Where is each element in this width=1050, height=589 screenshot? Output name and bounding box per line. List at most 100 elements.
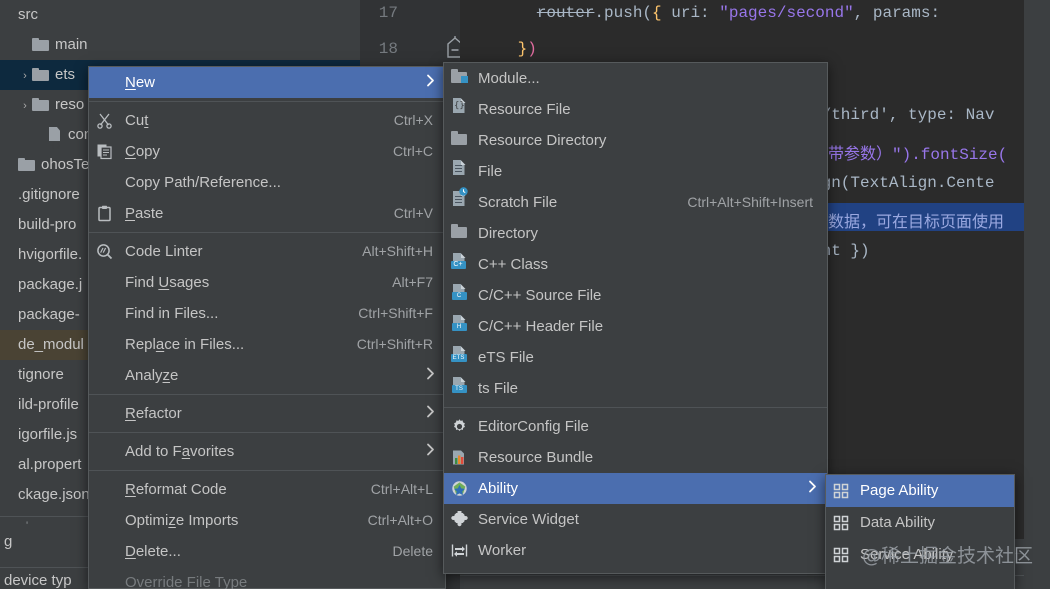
lower-panel-row-1: g — [4, 533, 13, 550]
menu-item-label: Directory — [478, 225, 539, 242]
gear-icon — [451, 418, 468, 435]
tree-expand-arrow[interactable]: › — [18, 91, 32, 120]
menu-item-label: Cut — [125, 112, 149, 129]
menu-separator — [89, 432, 445, 433]
code-line-clipped: 携带参数）").fontSize( — [812, 146, 1008, 164]
lower-panel-row-2: device typ — [4, 572, 72, 589]
code-line-clipped: lgn(TextAlign.Cente — [812, 174, 995, 192]
menu-item-icon-slot — [444, 156, 474, 187]
code-linter-icon — [96, 243, 113, 260]
new-submenu[interactable]: Module... {} Resource File Resource Directo… — [443, 62, 828, 574]
code-line: router.push({ uri: "pages/second", param… — [536, 4, 941, 22]
code-line: }) — [517, 40, 537, 58]
menu-item-add-to-favorites[interactable]: Add to Favorites — [89, 436, 445, 467]
menu-item-icon-slot: {} — [444, 94, 474, 125]
menu-item-directory[interactable]: Directory — [444, 218, 827, 249]
scratch-file-icon — [451, 187, 468, 218]
menu-item-label: C++ Class — [478, 256, 549, 273]
menu-item-label: Delete... — [125, 543, 181, 560]
menu-item-ability[interactable]: Ability — [444, 473, 827, 504]
menu-item-icon-slot: C+ — [444, 249, 474, 280]
cpp-class-icon: C+ — [450, 249, 468, 280]
menu-item-cut[interactable]: Cut Ctrl+X — [89, 105, 445, 136]
menu-item-replace-in-files[interactable]: Replace in Files... Ctrl+Shift+R — [89, 329, 445, 360]
paste-icon — [96, 205, 113, 222]
menu-item-shortcut: Delete — [392, 543, 433, 559]
menu-item-code-linter[interactable]: Code Linter Alt+Shift+H — [89, 236, 445, 267]
menu-item-find-in-files[interactable]: Find in Files... Ctrl+Shift+F — [89, 298, 445, 329]
grid-icon — [833, 483, 849, 499]
tree-expand-arrow[interactable]: › — [18, 61, 32, 90]
menu-item-copy[interactable]: Copy Ctrl+C — [89, 136, 445, 167]
menu-item-icon-slot — [444, 63, 474, 94]
menu-item-analyze[interactable]: Analyze — [89, 360, 445, 391]
module-icon — [450, 63, 468, 94]
tree-row-label: build-pro — [18, 216, 77, 233]
c-source-icon: C — [451, 280, 468, 311]
menu-item-label: Service Ability — [860, 546, 954, 563]
menu-item-refactor[interactable]: Refactor — [89, 398, 445, 429]
tree-row-label: al.propert — [18, 456, 82, 473]
menu-item-icon-slot — [826, 483, 856, 499]
menu-item-copy-path-reference[interactable]: Copy Path/Reference... — [89, 167, 445, 198]
menu-item-module[interactable]: Module... — [444, 63, 827, 94]
right-toolbar-strip[interactable] — [1024, 0, 1050, 589]
menu-item-label: Find in Files... — [125, 305, 219, 322]
menu-item-worker[interactable]: Worker — [444, 535, 827, 566]
menu-item-paste[interactable]: Paste Ctrl+V — [89, 198, 445, 229]
menu-item-label: Page Ability — [860, 482, 939, 499]
menu-item-page-ability[interactable]: Page Ability — [826, 475, 1014, 507]
menu-item-optimize-imports[interactable]: Optimize Imports Ctrl+Alt+O — [89, 505, 445, 536]
menu-item-shortcut: Ctrl+Alt+O — [367, 512, 433, 528]
resource-bundle-icon — [451, 449, 468, 466]
menu-separator — [444, 407, 827, 408]
code-line-clipped: 的数据，可在目标页面使用 — [812, 214, 1005, 232]
menu-item-c-c-source-file[interactable]: C C/C++ Source File — [444, 280, 827, 311]
tree-row-label: src — [18, 6, 38, 23]
menu-item-ts-file[interactable]: TS ts File — [444, 373, 827, 404]
menu-item-icon-slot — [444, 542, 474, 559]
folder-icon — [450, 218, 468, 249]
menu-item-file[interactable]: File — [444, 156, 827, 187]
menu-item-resource-file[interactable]: {} Resource File — [444, 94, 827, 125]
menu-item-editorconfig-file[interactable]: EditorConfig File — [444, 411, 827, 442]
menu-item-scratch-file[interactable]: Scratch File Ctrl+Alt+Shift+Insert — [444, 187, 827, 218]
tree-row[interactable]: src — [0, 0, 360, 30]
menu-item-service-widget[interactable]: Service Widget — [444, 504, 827, 535]
menu-item-reformat-code[interactable]: Reformat Code Ctrl+Alt+L — [89, 474, 445, 505]
tree-row-label: tignore — [18, 366, 64, 383]
menu-item-data-ability[interactable]: Data Ability — [826, 507, 1014, 539]
menu-item-resource-bundle[interactable]: Resource Bundle — [444, 442, 827, 473]
ability-submenu[interactable]: Page Ability Data Ability Service Ability — [825, 474, 1015, 589]
menu-item-resource-directory[interactable]: Resource Directory — [444, 125, 827, 156]
tree-row[interactable]: main — [0, 30, 360, 60]
menu-item-label: File — [478, 163, 503, 180]
context-menu[interactable]: New Cut Ctrl+X Copy Ctrl+C Copy Path/Referenc… — [88, 66, 446, 589]
menu-item-icon-slot: TS — [444, 373, 474, 404]
menu-item-shortcut: Ctrl+V — [393, 205, 433, 221]
menu-item-icon-slot: C — [444, 280, 474, 311]
line-number: 18 — [378, 40, 398, 58]
menu-item-new[interactable]: New — [89, 67, 445, 98]
menu-item-icon-slot — [89, 112, 119, 129]
menu-item-ets-file[interactable]: ETS eTS File — [444, 342, 827, 373]
tree-row-label: ohosTe — [41, 156, 90, 173]
menu-item-label: Scratch File — [478, 194, 558, 211]
menu-item-c-c-header-file[interactable]: H C/C++ Header File — [444, 311, 827, 342]
menu-item-label: Service Widget — [478, 511, 579, 528]
menu-item-find-usages[interactable]: Find Usages Alt+F7 — [89, 267, 445, 298]
menu-item-shortcut: Alt+Shift+H — [362, 243, 433, 259]
worker-icon — [451, 542, 468, 559]
menu-item-label: EditorConfig File — [478, 418, 589, 435]
menu-item-label: Copy Path/Reference... — [125, 174, 281, 191]
menu-item-delete[interactable]: Delete... Delete — [89, 536, 445, 567]
menu-item-c-class[interactable]: C+ C++ Class — [444, 249, 827, 280]
menu-item-icon-slot — [444, 418, 474, 435]
menu-item-service-ability[interactable]: Service Ability — [826, 539, 1014, 571]
folder-icon — [18, 158, 35, 171]
cut-icon — [96, 112, 113, 129]
menu-item-label: ts File — [478, 380, 519, 397]
menu-item-label: Find Usages — [125, 274, 210, 291]
grid-icon — [833, 547, 849, 563]
menu-item-label: Data Ability — [860, 514, 936, 531]
